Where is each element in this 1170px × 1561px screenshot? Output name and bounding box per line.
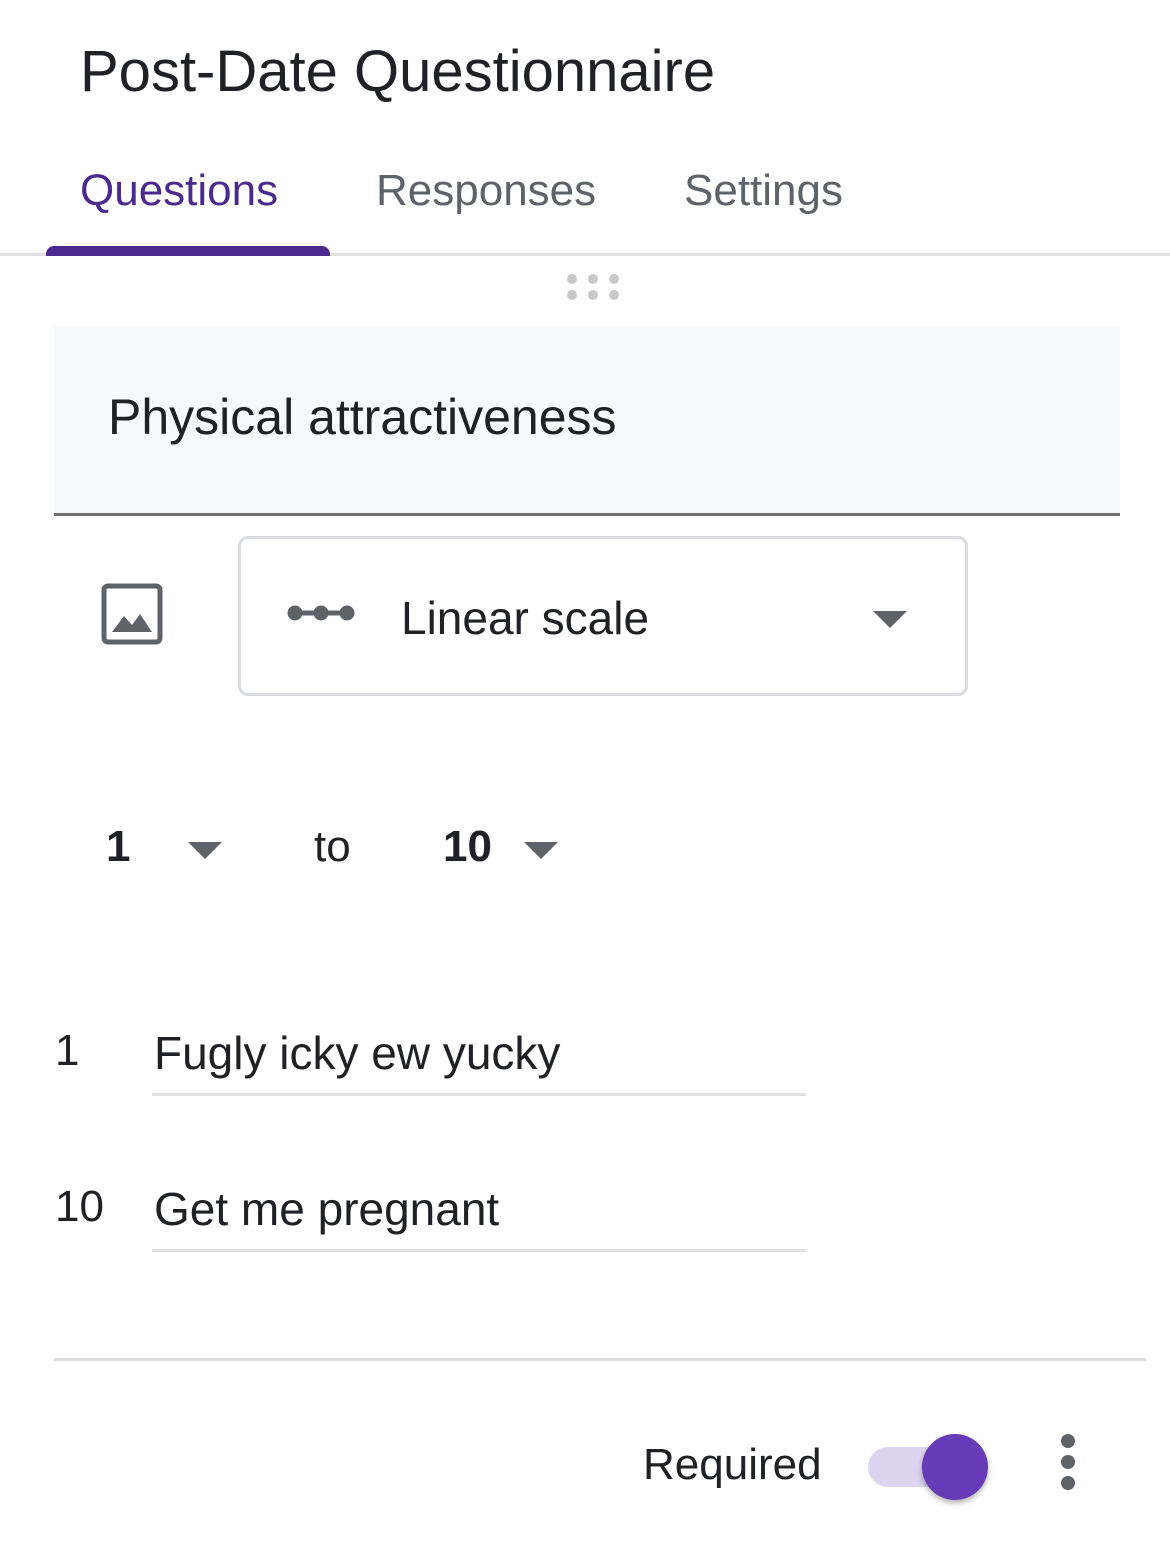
- toggle-thumb: [922, 1434, 988, 1500]
- tab-questions[interactable]: Questions: [80, 166, 278, 216]
- min-label-input[interactable]: Fugly icky ew yucky: [152, 1020, 806, 1096]
- required-toggle[interactable]: [866, 1432, 992, 1502]
- scale-max-dropdown-arrow-icon[interactable]: [524, 842, 558, 859]
- min-label-text: Fugly icky ew yucky: [154, 1027, 561, 1079]
- required-label: Required: [643, 1440, 822, 1489]
- more-vert-icon[interactable]: [1052, 1432, 1084, 1492]
- question-type-label: Linear scale: [401, 592, 650, 644]
- form-title[interactable]: Post-Date Questionnaire: [80, 38, 715, 105]
- drag-handle-icon[interactable]: [565, 272, 621, 302]
- tab-bar: Questions Responses Settings: [0, 150, 1170, 256]
- tab-responses[interactable]: Responses: [376, 166, 596, 216]
- question-type-dropdown[interactable]: Linear scale: [238, 536, 968, 696]
- scale-max-select[interactable]: 10: [443, 822, 492, 872]
- scale-min-select[interactable]: 1: [106, 822, 130, 872]
- linear-scale-icon: [287, 605, 355, 621]
- active-tab-indicator: [46, 246, 330, 256]
- min-label-number: 1: [55, 1026, 80, 1075]
- scale-min-dropdown-arrow-icon[interactable]: [188, 842, 222, 859]
- question-title-text: Physical attractiveness: [108, 389, 617, 445]
- dropdown-arrow-icon: [873, 611, 907, 628]
- question-title-input[interactable]: Physical attractiveness: [54, 326, 1120, 516]
- max-label-text: Get me pregnant: [154, 1183, 500, 1235]
- max-label-input[interactable]: Get me pregnant: [152, 1176, 806, 1252]
- add-image-icon[interactable]: [100, 582, 164, 646]
- tab-settings[interactable]: Settings: [684, 166, 843, 216]
- max-label-number: 10: [55, 1182, 104, 1231]
- scale-separator: to: [314, 822, 351, 871]
- footer-divider: [54, 1358, 1146, 1361]
